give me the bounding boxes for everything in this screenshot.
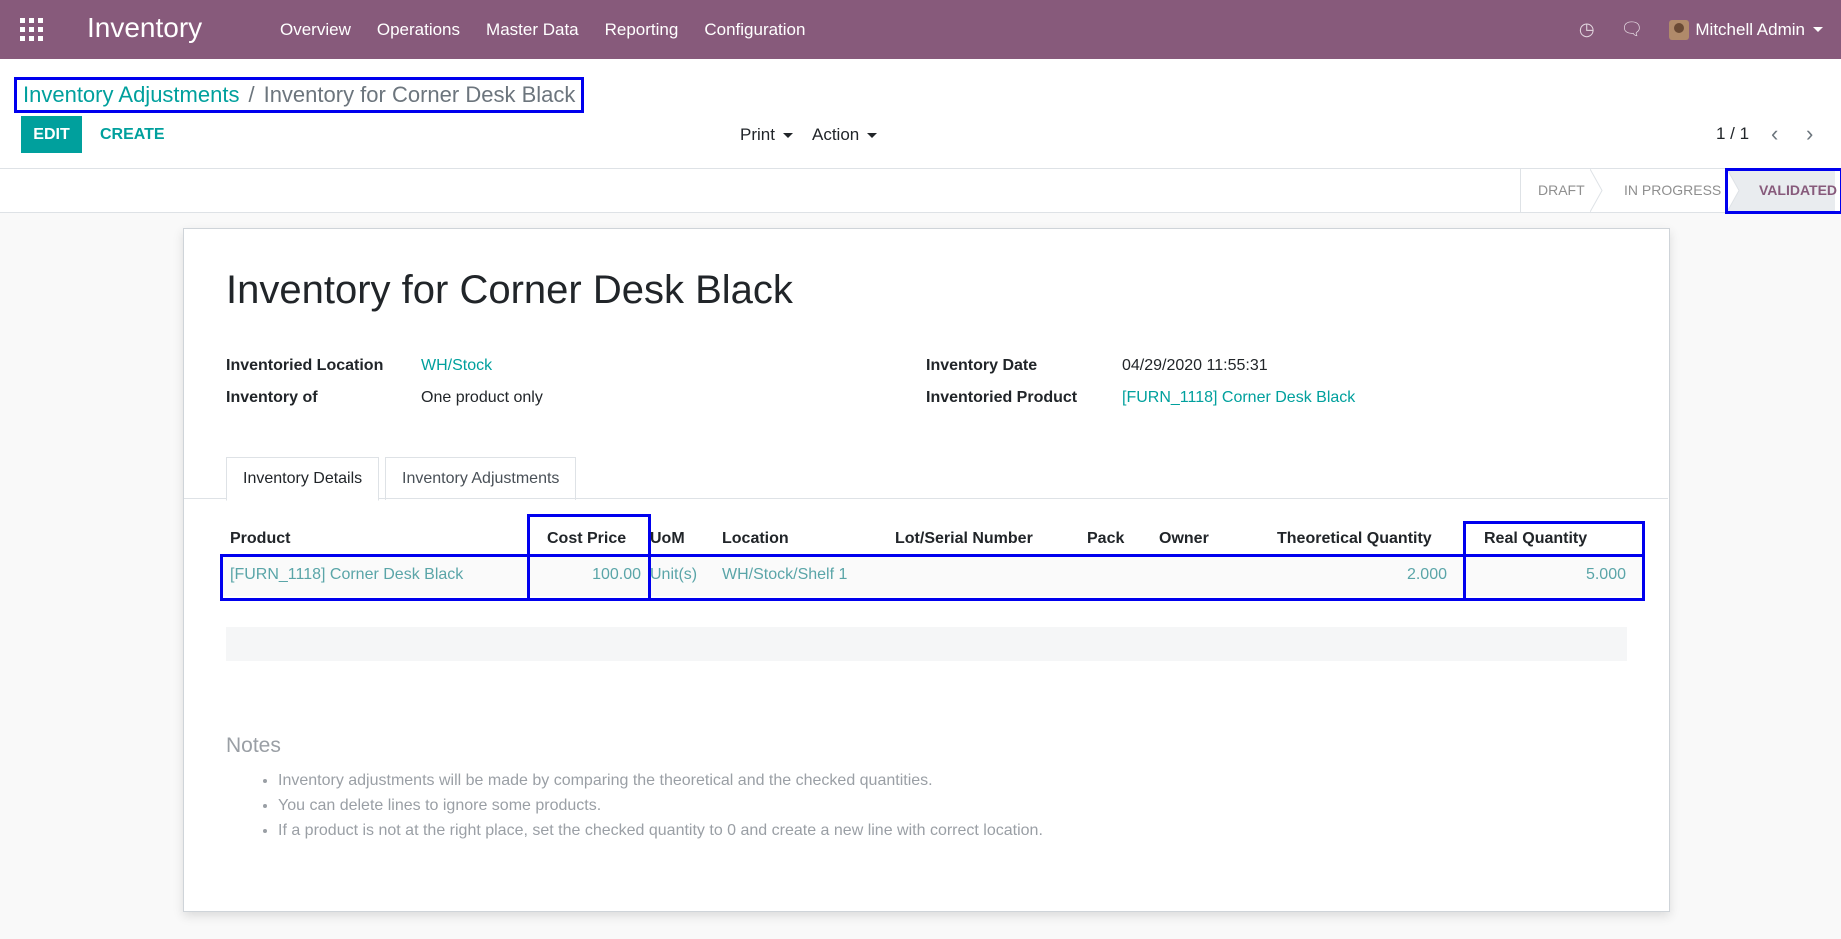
- user-name: Mitchell Admin: [1695, 19, 1805, 39]
- breadcrumb-parent-link[interactable]: Inventory Adjustments: [23, 82, 239, 108]
- list-item: You can delete lines to ignore some prod…: [278, 793, 1043, 818]
- chevron-down-icon: [1813, 27, 1823, 32]
- col-header-product[interactable]: Product: [230, 530, 290, 548]
- control-panel: [0, 59, 1841, 168]
- highlight-validated: [1725, 168, 1841, 214]
- inventory-date-value: 04/29/2020 11:55:31: [1122, 357, 1268, 374]
- pager-value[interactable]: 1 / 1: [1716, 124, 1749, 144]
- pager-previous-icon[interactable]: ‹: [1771, 121, 1778, 147]
- stage-separator: [1590, 169, 1603, 212]
- menu-configuration[interactable]: Configuration: [704, 20, 805, 40]
- action-label: Action: [812, 125, 860, 144]
- inventory-date-label: Inventory Date: [926, 357, 1038, 374]
- inventoried-product-label: Inventoried Product: [926, 389, 1078, 406]
- inventory-of-label: Inventory of: [226, 389, 318, 406]
- create-button[interactable]: CREATE: [100, 116, 165, 153]
- col-header-lot-serial[interactable]: Lot/Serial Number: [895, 530, 1033, 548]
- inventory-of-value: One product only: [421, 389, 543, 406]
- menu-master-data[interactable]: Master Data: [486, 20, 579, 40]
- chevron-down-icon: [867, 133, 878, 139]
- status-bar: DRAFT IN PROGRESS VALIDATED: [0, 168, 1841, 213]
- notes-heading: Notes: [226, 734, 281, 757]
- chevron-down-icon: [782, 133, 793, 139]
- activity-clock-icon[interactable]: ◷: [1579, 19, 1595, 40]
- avatar: [1669, 19, 1690, 40]
- inventoried-product-value[interactable]: [FURN_1118] Corner Desk Black: [1122, 389, 1355, 407]
- highlight-real-quantity-column: [1463, 521, 1645, 601]
- col-header-owner[interactable]: Owner: [1159, 530, 1209, 548]
- menu-overview[interactable]: Overview: [280, 20, 351, 40]
- list-item: If a product is not at the right place, …: [278, 818, 1043, 843]
- add-line-row[interactable]: [226, 627, 1627, 661]
- col-header-theoretical-qty[interactable]: Theoretical Quantity: [1277, 530, 1432, 548]
- messages-chat-icon[interactable]: 🗨: [1621, 19, 1644, 40]
- notes-list: Inventory adjustments will be made by co…: [252, 768, 1043, 843]
- highlight-cost-price-column: [527, 514, 651, 601]
- action-dropdown[interactable]: Action: [812, 125, 878, 145]
- breadcrumb-separator: /: [248, 82, 255, 107]
- pager-next-icon[interactable]: ›: [1806, 121, 1813, 147]
- apps-menu-icon[interactable]: [20, 18, 44, 42]
- col-header-uom[interactable]: UoM: [650, 530, 685, 548]
- col-header-location[interactable]: Location: [722, 530, 789, 548]
- list-item: Inventory adjustments will be made by co…: [278, 768, 1043, 793]
- col-header-pack[interactable]: Pack: [1087, 530, 1124, 548]
- menu-reporting[interactable]: Reporting: [605, 20, 679, 40]
- record-title: Inventory for Corner Desk Black: [226, 268, 793, 312]
- tab-inventory-adjustments[interactable]: Inventory Adjustments: [385, 457, 577, 500]
- top-navbar: Inventory Overview Operations Master Dat…: [0, 0, 1841, 59]
- breadcrumb: Inventory Adjustments / Inventory for Co…: [14, 77, 585, 113]
- inventoried-location-value[interactable]: WH/Stock: [421, 357, 492, 375]
- user-menu[interactable]: Mitchell Admin: [1669, 19, 1823, 40]
- edit-button[interactable]: EDIT: [21, 116, 82, 153]
- menu-operations[interactable]: Operations: [377, 20, 460, 40]
- navbar-systray: ◷ 🗨 Mitchell Admin: [1579, 0, 1841, 59]
- breadcrumb-current: Inventory for Corner Desk Black: [263, 82, 576, 107]
- highlight-data-row: [220, 554, 1645, 601]
- main-menu: Overview Operations Master Data Reportin…: [280, 0, 831, 59]
- app-brand[interactable]: Inventory: [87, 12, 202, 44]
- stage-in-progress[interactable]: IN PROGRESS: [1624, 169, 1721, 212]
- print-label: Print: [740, 125, 775, 144]
- tab-inventory-details[interactable]: Inventory Details: [226, 457, 380, 501]
- inventoried-location-label: Inventoried Location: [226, 357, 384, 374]
- print-dropdown[interactable]: Print: [740, 125, 793, 145]
